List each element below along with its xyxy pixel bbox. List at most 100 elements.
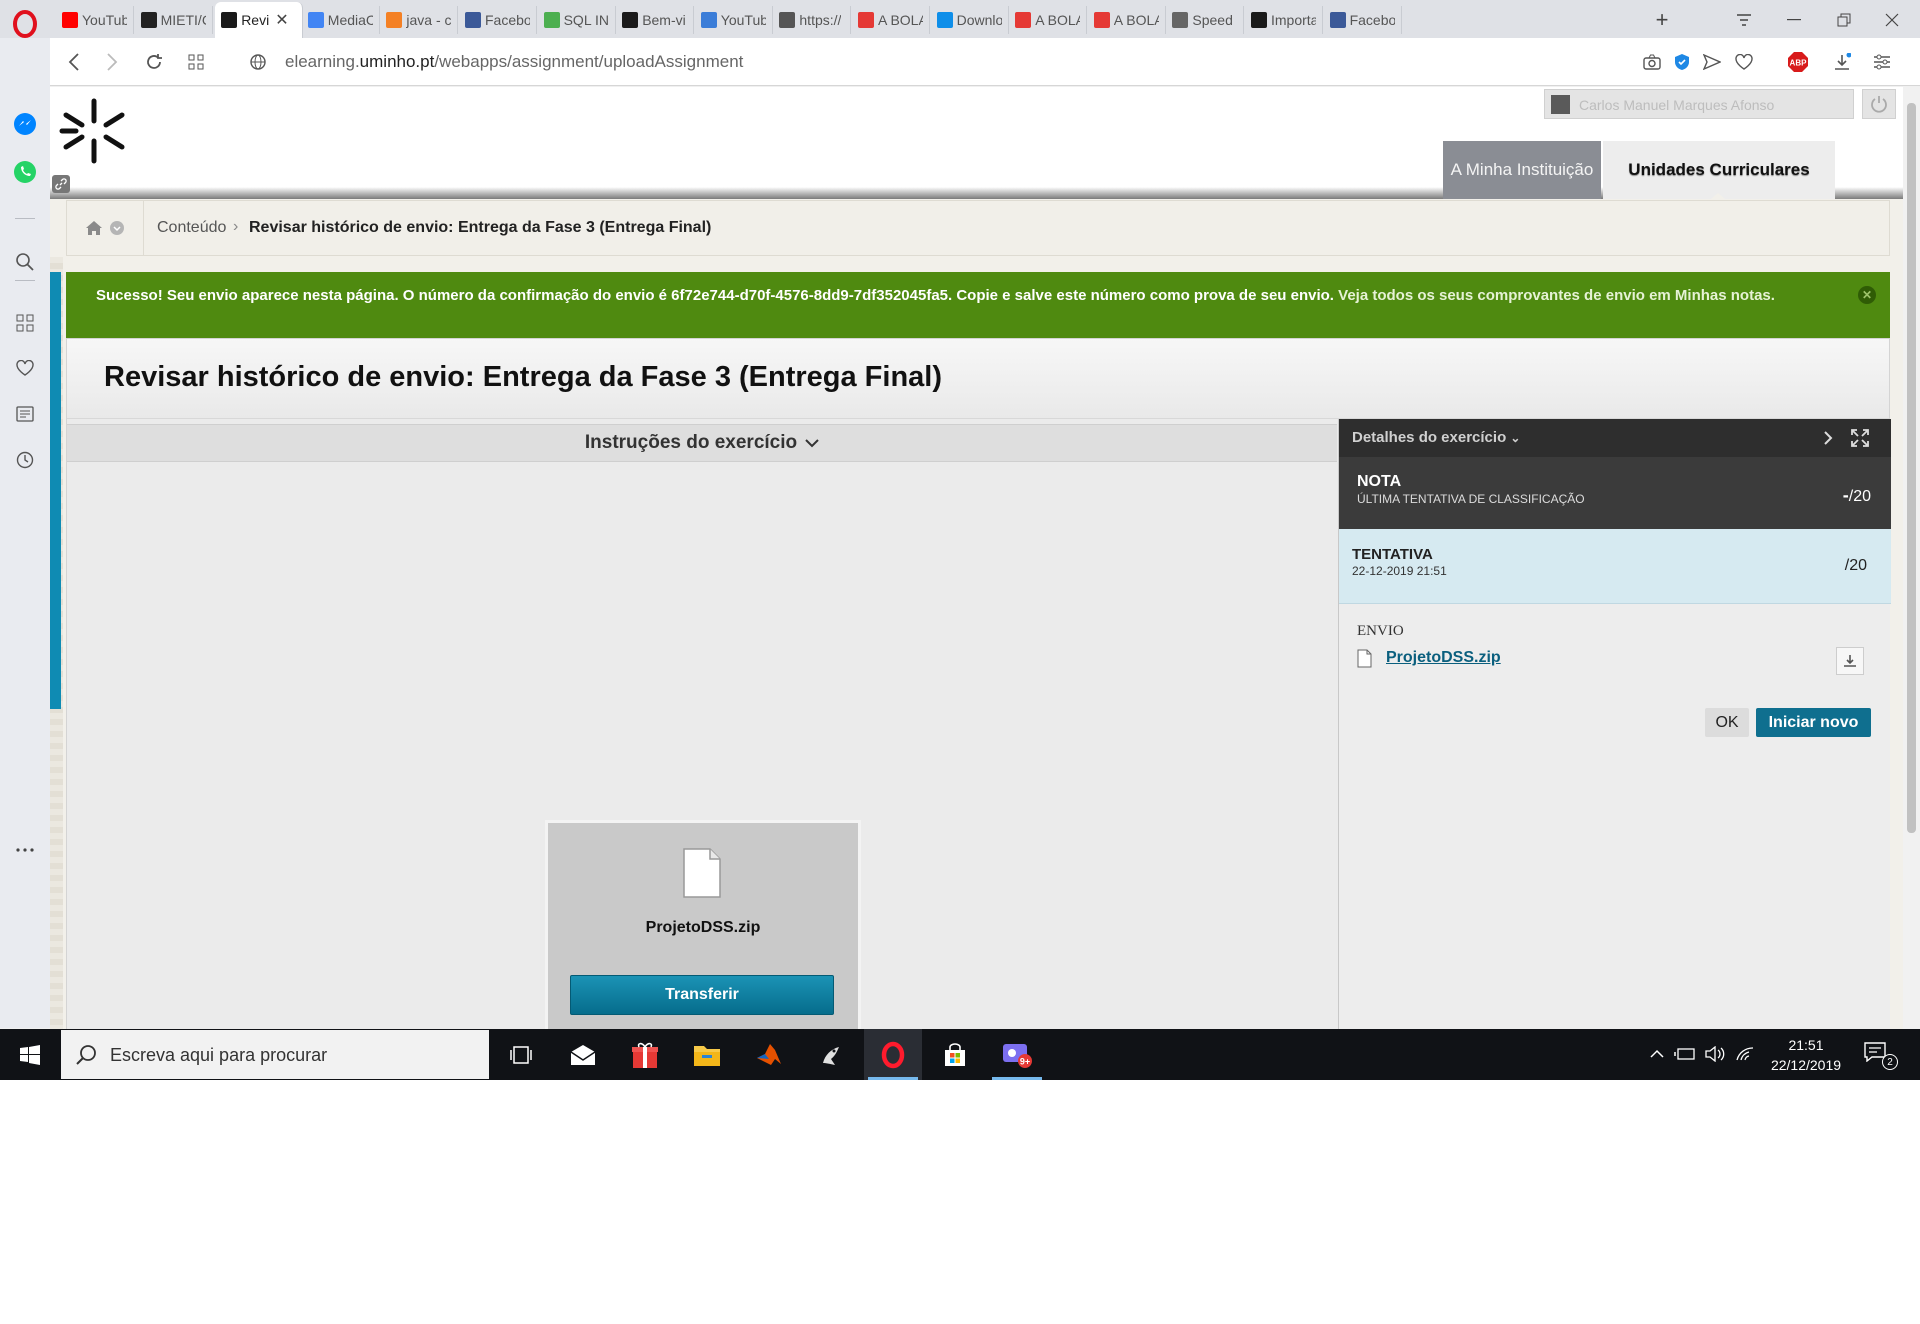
tab-my-institution[interactable]: A Minha Instituição: [1443, 141, 1601, 199]
my-grades-link[interactable]: Veja todos os seus comprovantes de envio…: [1338, 287, 1775, 304]
whatsapp-icon[interactable]: [13, 160, 37, 184]
easy-setup-icon[interactable]: [1870, 50, 1894, 74]
success-banner: Sucesso! Seu envio aparece nesta página.…: [66, 272, 1890, 338]
page-scrollbar[interactable]: [1903, 87, 1920, 1029]
bookmark-heart-icon[interactable]: [1732, 50, 1756, 74]
microsoft-store-icon[interactable]: [926, 1029, 984, 1080]
adblock-plus-icon[interactable]: ABP: [1786, 50, 1810, 74]
browser-tab[interactable]: https://: [773, 6, 852, 34]
messenger-icon[interactable]: [13, 112, 37, 136]
browser-tab[interactable]: Speed D: [1166, 6, 1245, 34]
power-icon: [1871, 96, 1887, 113]
link-icon[interactable]: [52, 175, 70, 193]
ok-button[interactable]: OK: [1705, 708, 1749, 737]
minimize-icon[interactable]: [1780, 6, 1808, 34]
game-app-icon[interactable]: 9+: [988, 1029, 1046, 1080]
browser-tab-title: MediaC: [327, 12, 373, 28]
close-tab-icon[interactable]: ✕: [275, 10, 288, 30]
user-menu[interactable]: Carlos Manuel Marques Afonso: [1544, 89, 1854, 119]
back-icon[interactable]: [62, 50, 86, 74]
taskbar-search[interactable]: Escreva aqui para procurar: [61, 1030, 489, 1079]
content-header: Revisar histórico de envio: Entrega da F…: [67, 339, 1889, 419]
instructions-label: Instruções do exercício: [584, 432, 798, 453]
browser-tab[interactable]: A BOLA: [1088, 6, 1166, 34]
matlab-icon[interactable]: [740, 1029, 798, 1080]
adblocker-shield-icon[interactable]: [1670, 50, 1694, 74]
submission-file-link[interactable]: ProjetoDSS.zip: [1386, 649, 1501, 667]
new-tab-button[interactable]: +: [1648, 6, 1676, 34]
tab-menu-icon[interactable]: [1730, 6, 1758, 34]
grade-summary: NOTA ÚLTIMA TENTATIVA DE CLASSIFICAÇÃO -…: [1339, 457, 1891, 529]
file-explorer-icon[interactable]: [678, 1029, 736, 1080]
tab-courses[interactable]: Unidades Curriculares: [1603, 141, 1835, 199]
details-title[interactable]: Detalhes do exercício ⌄: [1352, 429, 1520, 446]
attempt-row[interactable]: TENTATIVA 22-12-2019 21:51 /20: [1339, 529, 1891, 604]
browser-tab-title: A BOLA: [878, 12, 923, 28]
close-icon[interactable]: ✕: [1858, 286, 1876, 304]
browser-tab[interactable]: Downlo: [931, 6, 1009, 34]
browser-tab[interactable]: Importa: [1245, 6, 1323, 34]
speed-dial-icon[interactable]: [184, 50, 208, 74]
start-new-button[interactable]: Iniciar novo: [1756, 708, 1871, 737]
instructions-toggle[interactable]: Instruções do exercício: [67, 424, 1337, 462]
opera-taskbar-icon[interactable]: [864, 1029, 922, 1080]
scrollbar-thumb[interactable]: [1907, 103, 1916, 833]
clock-time[interactable]: 21:51: [1766, 1037, 1846, 1053]
downloads-icon[interactable]: [1830, 50, 1854, 74]
submission-label: ENVIO: [1357, 623, 1404, 639]
notifications-icon[interactable]: 2: [1864, 1042, 1898, 1070]
chevron-right-icon[interactable]: [1817, 427, 1839, 449]
breadcrumb-content-link[interactable]: Conteúdo: [157, 219, 226, 237]
expand-icon[interactable]: [1849, 427, 1871, 449]
task-view-icon[interactable]: [492, 1029, 550, 1080]
download-icon[interactable]: [1836, 647, 1864, 675]
start-button[interactable]: [0, 1029, 60, 1080]
file-icon: [1357, 649, 1372, 668]
show-hidden-icons-chevron-icon[interactable]: [1646, 1042, 1668, 1066]
browser-tab[interactable]: MediaC: [302, 6, 380, 34]
site-info-icon[interactable]: [246, 50, 270, 74]
breadcrumb-home[interactable]: [67, 201, 144, 255]
browser-tab[interactable]: A BOLA: [852, 6, 930, 34]
gift-app-icon[interactable]: [616, 1029, 674, 1080]
close-window-icon[interactable]: [1878, 6, 1906, 34]
opera-menu-icon[interactable]: [10, 9, 40, 39]
exercise-details-panel: Detalhes do exercício ⌄ NOTA ÚLTIMA TENT…: [1338, 419, 1891, 1029]
browser-tab[interactable]: Facebo: [1324, 6, 1402, 34]
speed-dial-sidebar-icon[interactable]: [13, 311, 37, 335]
forward-icon[interactable]: [100, 50, 124, 74]
mail-icon[interactable]: [554, 1029, 612, 1080]
reload-icon[interactable]: [142, 50, 166, 74]
browser-tab[interactable]: Bem-vi: [616, 6, 695, 34]
restore-icon[interactable]: [1830, 6, 1858, 34]
details-header: Detalhes do exercício ⌄: [1339, 419, 1891, 457]
browser-tab[interactable]: java - c: [380, 6, 459, 34]
transfer-button[interactable]: Transferir: [570, 975, 834, 1015]
browser-tab-title: YouTub: [82, 12, 127, 28]
history-icon[interactable]: [13, 448, 37, 472]
uminho-logo-icon[interactable]: [56, 93, 132, 169]
more-icon[interactable]: [13, 838, 37, 862]
battery-icon[interactable]: [1674, 1042, 1696, 1066]
address-bar: elearning.uminho.pt/webapps/assignment/u…: [50, 38, 1920, 86]
browser-tab[interactable]: MIETI/C: [135, 6, 213, 34]
logout-button[interactable]: [1862, 89, 1896, 119]
news-icon[interactable]: [13, 402, 37, 426]
browser-tab[interactable]: A BOLA: [1009, 6, 1088, 34]
search-icon[interactable]: [13, 250, 37, 274]
browser-tab[interactable]: Revi ✕: [215, 2, 304, 38]
browser-tab[interactable]: YouTub: [695, 6, 773, 34]
volume-icon[interactable]: [1704, 1042, 1726, 1066]
bookmarks-icon[interactable]: [13, 356, 37, 380]
browser-tab[interactable]: YouTub: [56, 6, 134, 34]
clock-date[interactable]: 22/12/2019: [1766, 1057, 1846, 1073]
search-icon: [76, 1045, 96, 1065]
browser-tab[interactable]: Facebo: [459, 6, 537, 34]
facebook-icon: [465, 12, 481, 28]
bird-app-icon[interactable]: [802, 1029, 860, 1080]
wifi-icon[interactable]: [1734, 1042, 1756, 1066]
snapshot-icon[interactable]: [1640, 50, 1664, 74]
url-field[interactable]: elearning.uminho.pt/webapps/assignment/u…: [285, 52, 743, 72]
send-icon[interactable]: [1700, 50, 1724, 74]
browser-tab[interactable]: SQL INS: [538, 6, 616, 34]
